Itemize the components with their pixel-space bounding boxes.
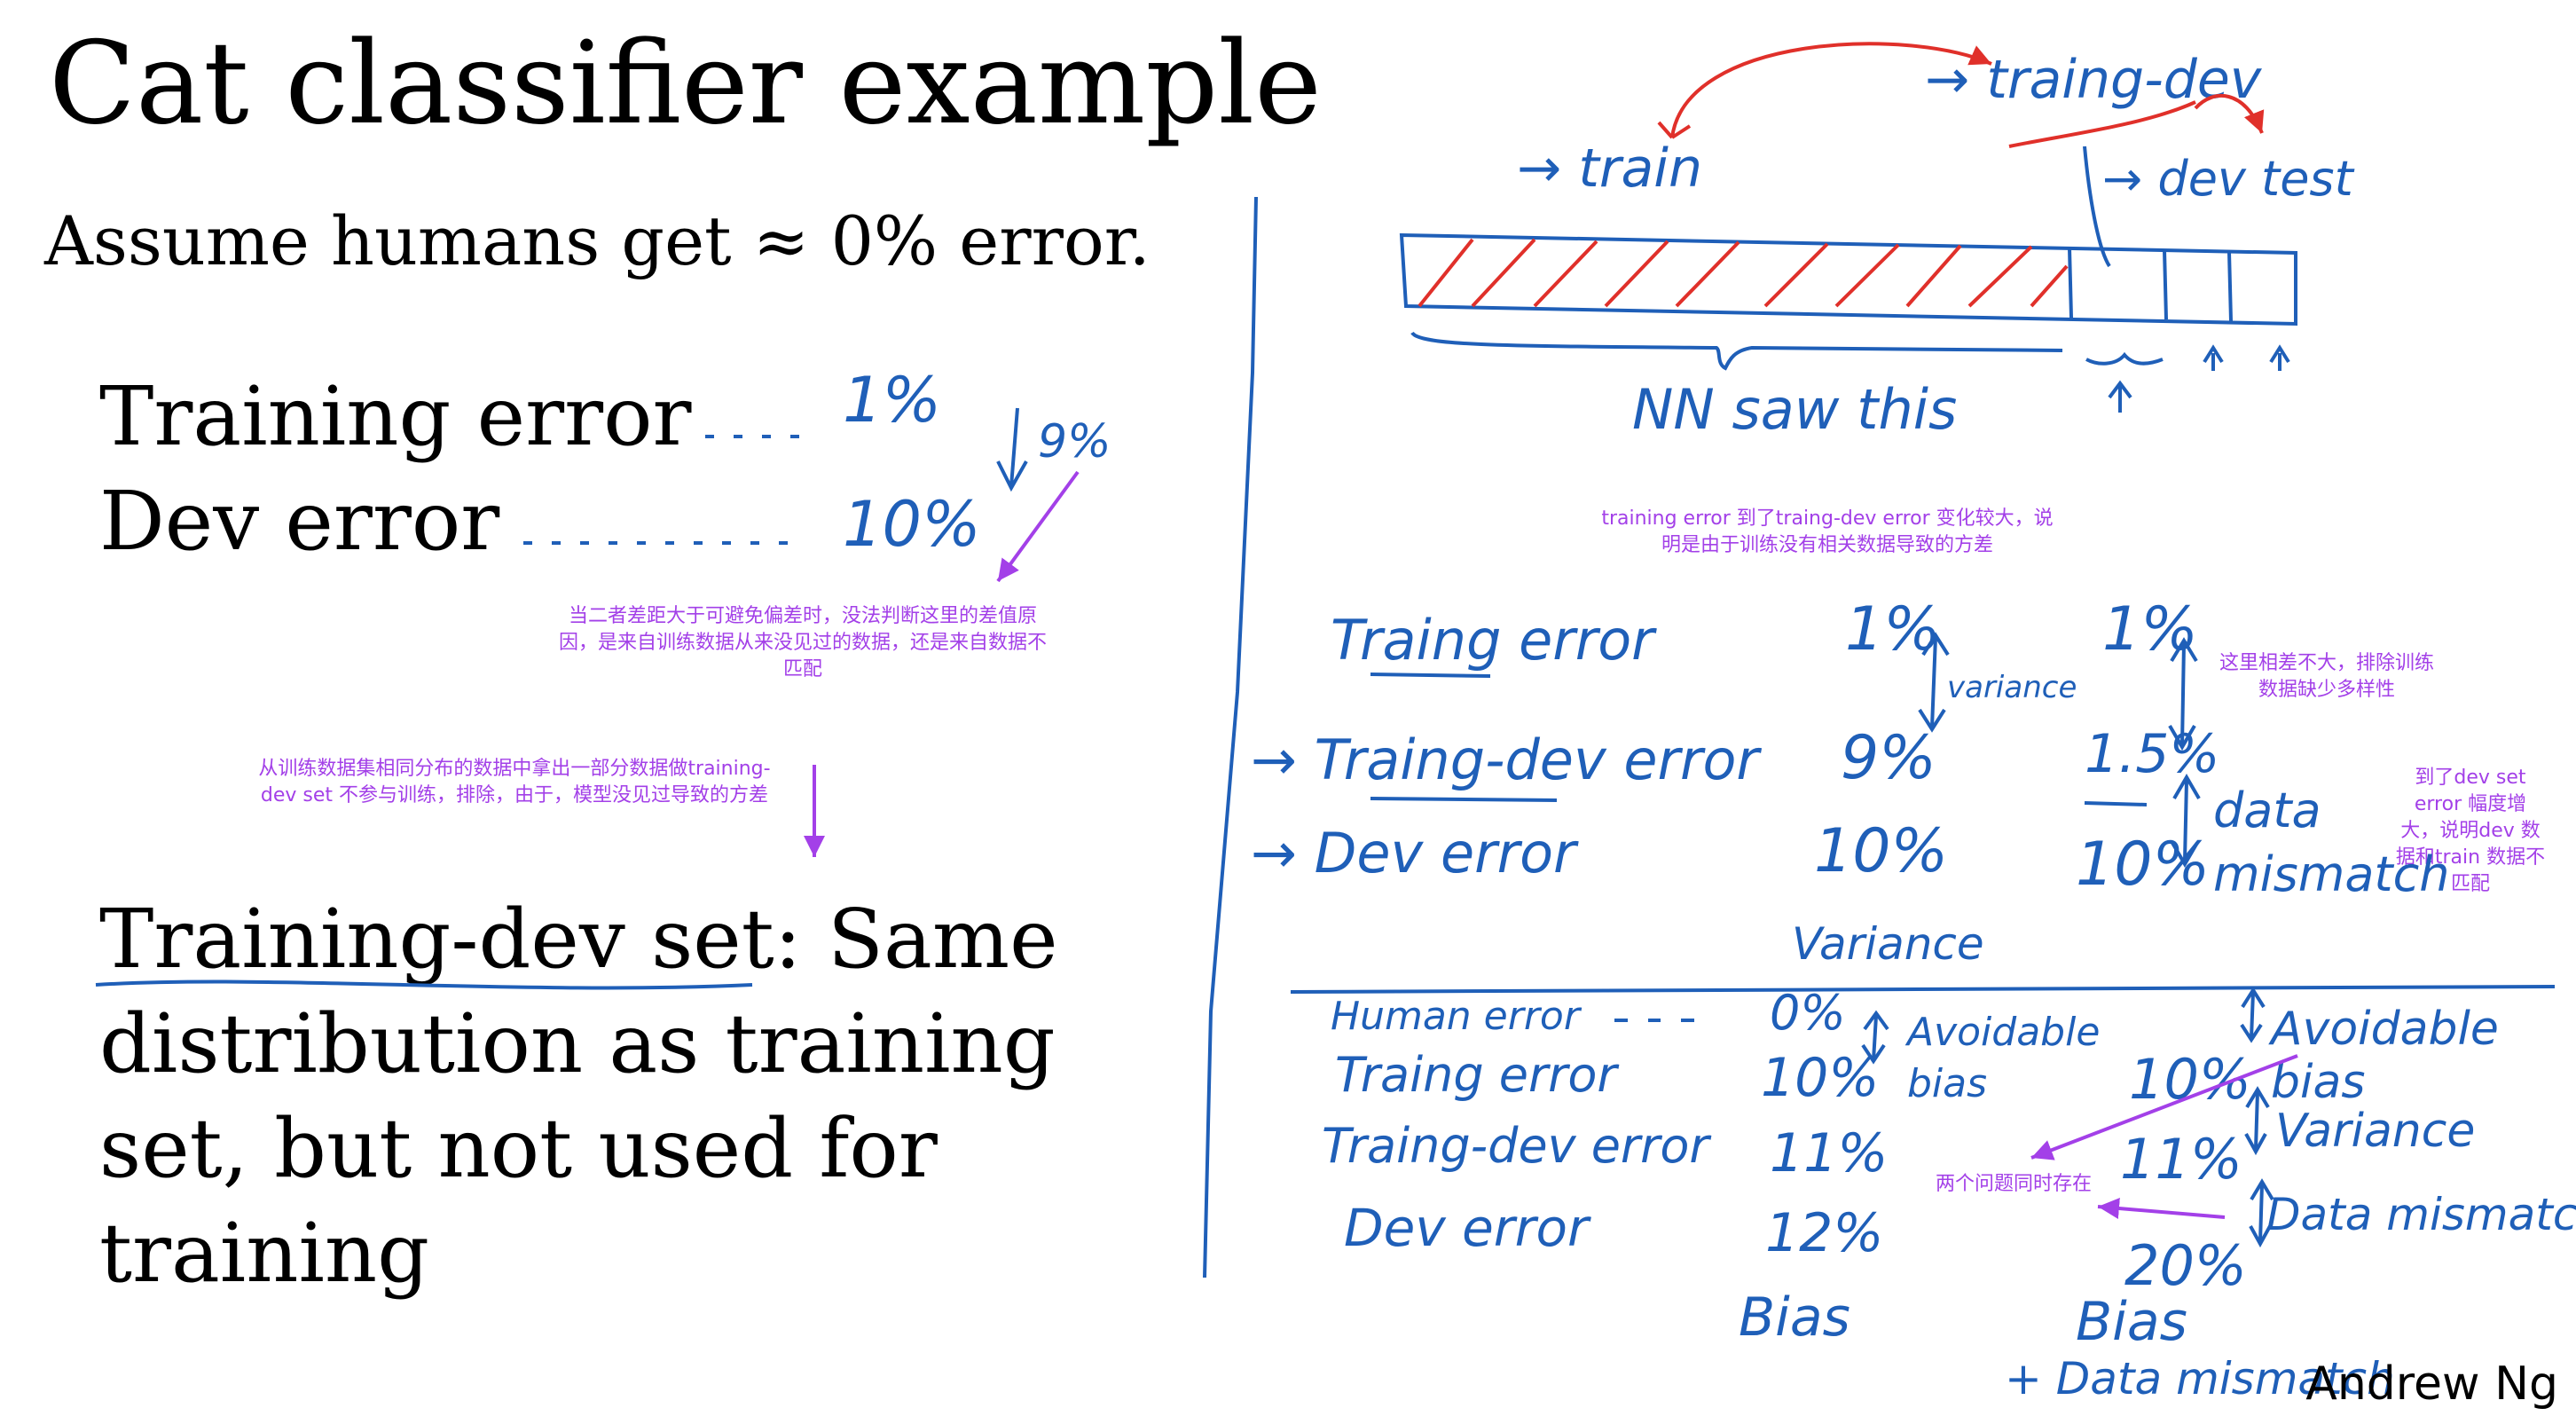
slide: Cat classifier example Assume humans get…	[0, 0, 2576, 1416]
vertical-divider	[1203, 196, 1258, 1278]
data-split-bar	[1399, 146, 2297, 413]
purple-arrows	[804, 470, 2298, 1219]
left-leader-dots	[523, 435, 803, 545]
gap-down-arrow	[996, 407, 1028, 492]
table1-marks	[1290, 632, 2556, 1248]
definition-underline	[95, 979, 753, 990]
red-exchange-arrows	[1657, 42, 2265, 148]
hatch-marks	[1418, 238, 2069, 308]
ink-layer	[95, 42, 2556, 1278]
